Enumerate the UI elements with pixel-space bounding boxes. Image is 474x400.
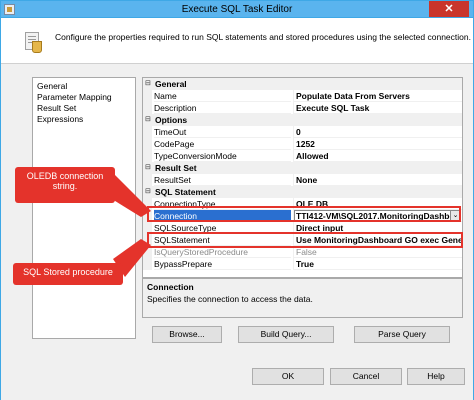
oledb-connection-callout: OLEDB connection string. <box>15 167 115 203</box>
sql-stored-procedure-callout: SQL Stored procedure <box>13 263 123 285</box>
execute-sql-task-editor-window: Execute SQL Task Editor ✕ Configure the … <box>0 0 474 400</box>
